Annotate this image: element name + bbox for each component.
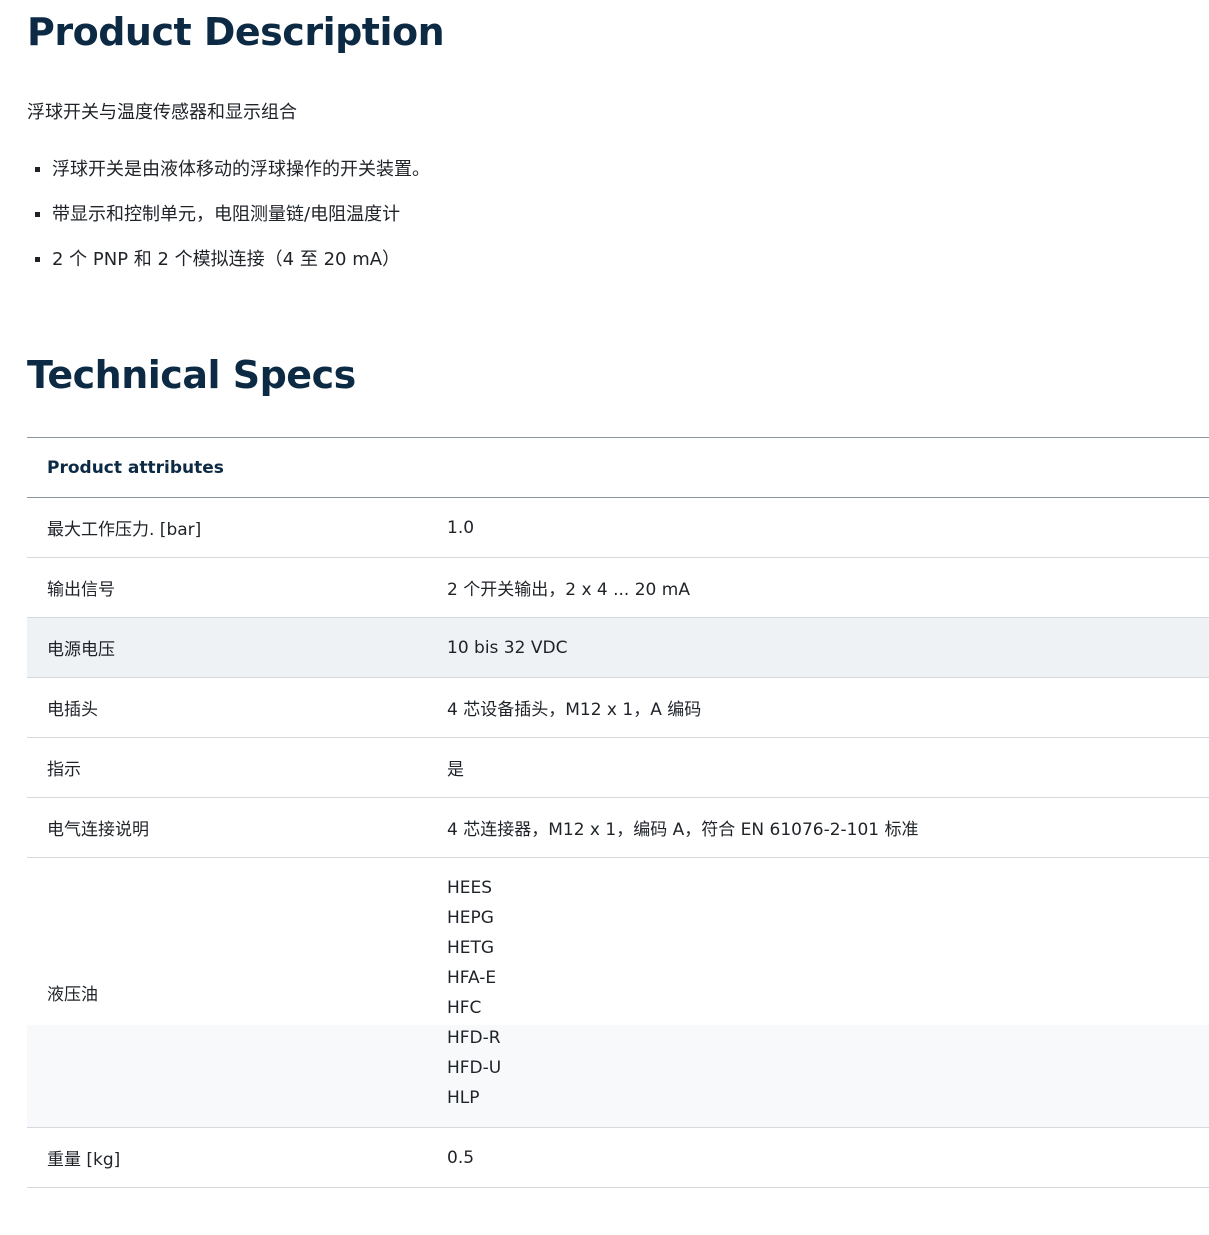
attribute-name: 最大工作压力. [bar] [47, 520, 202, 540]
table-row: 输出信号 2 个开关输出，2 x 4 ... 20 mA [27, 558, 1209, 618]
feature-bullet-list: 浮球开关是由液体移动的浮球操作的开关装置。 带显示和控制单元，电阻测量链/电阻温… [27, 157, 430, 292]
hydraulic-fluid-item: HETG [447, 937, 495, 958]
hydraulic-fluid-item: HFC [447, 997, 482, 1018]
table-row: 电插头 4 芯设备插头，M12 x 1，A 编码 [27, 678, 1209, 738]
attribute-value: 4 芯设备插头，M12 x 1，A 编码 [447, 700, 702, 720]
attribute-name: 电气连接说明 [47, 820, 149, 840]
attribute-name: 电源电压 [47, 640, 115, 660]
table-row: 电源电压 10 bis 32 VDC [27, 617, 1209, 678]
specs-table: Product attributes 最大工作压力. [bar] 1.0 输出信… [27, 437, 1209, 1188]
hydraulic-fluid-item: HLP [447, 1087, 480, 1108]
attribute-value: 10 bis 32 VDC [447, 637, 568, 658]
feature-bullet-item: 浮球开关是由液体移动的浮球操作的开关装置。 [27, 157, 430, 202]
attribute-name: 重量 [kg] [47, 1150, 121, 1170]
specs-table-header: Product attributes [47, 457, 224, 478]
attribute-name: 液压油 [47, 985, 98, 1005]
attribute-value: 4 芯连接器，M12 x 1，编码 A，符合 EN 61076-2-101 标准 [447, 820, 919, 840]
hydraulic-fluid-item: HFD-U [447, 1057, 502, 1078]
attribute-value: 是 [447, 760, 464, 780]
attribute-name: 输出信号 [47, 580, 115, 600]
attribute-value: 1.0 [447, 517, 475, 538]
hydraulic-fluid-item: HEPG [447, 907, 494, 928]
attribute-value: 0.5 [447, 1147, 475, 1168]
product-description-title: Product Description [27, 10, 445, 54]
attribute-name: 电插头 [47, 700, 98, 720]
hydraulic-fluid-item: HFD-R [447, 1027, 501, 1048]
feature-bullet-text: 浮球开关是由液体移动的浮球操作的开关装置。 [52, 159, 430, 180]
product-intro-text: 浮球开关与温度传感器和显示组合 [27, 102, 297, 123]
table-row: 重量 [kg] 0.5 [27, 1128, 1209, 1188]
table-row: 指示 是 [27, 738, 1209, 798]
technical-specs-title: Technical Specs [27, 353, 356, 397]
attribute-value: 2 个开关输出，2 x 4 ... 20 mA [447, 580, 690, 600]
square-bullet-icon [35, 212, 40, 217]
attribute-name: 指示 [47, 760, 81, 780]
hydraulic-fluid-item: HEES [447, 877, 493, 898]
specs-table-header-row: Product attributes [27, 437, 1209, 498]
table-row: 液压油 HEES HEPG HETG HFA-E HFC HFD-R HFD-U… [27, 857, 1209, 1128]
square-bullet-icon [35, 257, 40, 262]
table-row: 电气连接说明 4 芯连接器，M12 x 1，编码 A，符合 EN 61076-2… [27, 798, 1209, 858]
square-bullet-icon [35, 167, 40, 172]
feature-bullet-text: 2 个 PNP 和 2 个模拟连接（4 至 20 mA） [52, 249, 401, 270]
feature-bullet-text: 带显示和控制单元，电阻测量链/电阻温度计 [52, 204, 401, 225]
feature-bullet-item: 带显示和控制单元，电阻测量链/电阻温度计 [27, 202, 430, 247]
table-row: 最大工作压力. [bar] 1.0 [27, 498, 1209, 558]
feature-bullet-item: 2 个 PNP 和 2 个模拟连接（4 至 20 mA） [27, 247, 430, 292]
hydraulic-fluid-item: HFA-E [447, 967, 497, 988]
attribute-value-list: HEES HEPG HETG HFA-E HFC HFD-R HFD-U HLP [427, 858, 1209, 1128]
